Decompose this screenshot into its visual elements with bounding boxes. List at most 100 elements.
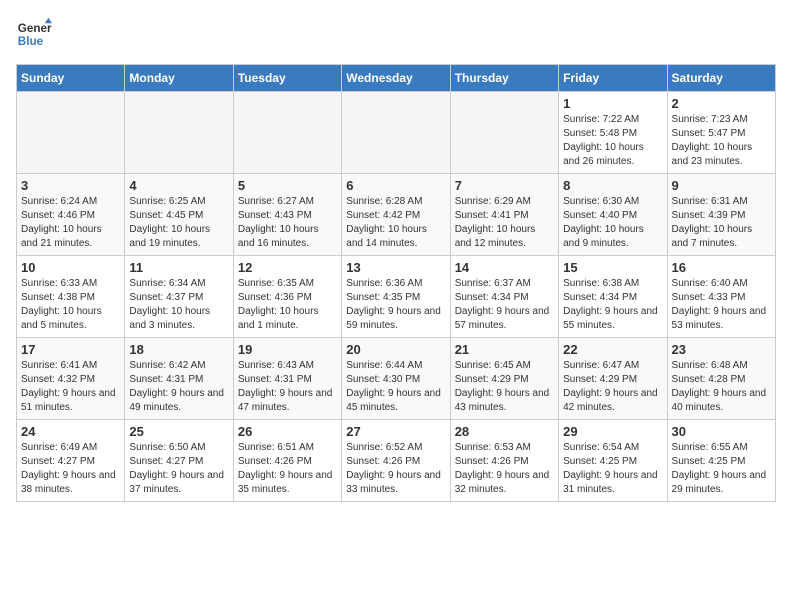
day-number: 28 [455, 424, 554, 439]
weekday-header: Wednesday [342, 65, 450, 92]
day-number: 23 [672, 342, 771, 357]
day-info: Sunrise: 6:30 AM Sunset: 4:40 PM Dayligh… [563, 195, 662, 251]
weekday-header: Friday [559, 65, 667, 92]
day-info: Sunrise: 6:29 AM Sunset: 4:41 PM Dayligh… [455, 195, 554, 251]
calendar-cell: 16 Sunrise: 6:40 AM Sunset: 4:33 PM Dayli… [667, 256, 775, 338]
day-number: 3 [21, 178, 120, 193]
calendar-cell: 10 Sunrise: 6:33 AM Sunset: 4:38 PM Dayli… [17, 256, 125, 338]
calendar-week-row: 3 Sunrise: 6:24 AM Sunset: 4:46 PM Daylig… [17, 174, 776, 256]
day-info: Sunrise: 6:41 AM Sunset: 4:32 PM Dayligh… [21, 359, 120, 415]
day-info: Sunrise: 6:44 AM Sunset: 4:30 PM Dayligh… [346, 359, 445, 415]
day-number: 6 [346, 178, 445, 193]
day-info: Sunrise: 6:27 AM Sunset: 4:43 PM Dayligh… [238, 195, 337, 251]
svg-text:General: General [18, 22, 52, 35]
day-info: Sunrise: 7:23 AM Sunset: 5:47 PM Dayligh… [672, 113, 771, 169]
day-number: 2 [672, 96, 771, 111]
calendar-cell: 2 Sunrise: 7:23 AM Sunset: 5:47 PM Daylig… [667, 92, 775, 174]
calendar-cell: 5 Sunrise: 6:27 AM Sunset: 4:43 PM Daylig… [233, 174, 341, 256]
day-info: Sunrise: 6:40 AM Sunset: 4:33 PM Dayligh… [672, 277, 771, 333]
day-info: Sunrise: 6:37 AM Sunset: 4:34 PM Dayligh… [455, 277, 554, 333]
calendar-cell: 26 Sunrise: 6:51 AM Sunset: 4:26 PM Dayli… [233, 420, 341, 502]
day-number: 4 [129, 178, 228, 193]
calendar-week-row: 10 Sunrise: 6:33 AM Sunset: 4:38 PM Dayli… [17, 256, 776, 338]
day-info: Sunrise: 6:47 AM Sunset: 4:29 PM Dayligh… [563, 359, 662, 415]
day-info: Sunrise: 6:24 AM Sunset: 4:46 PM Dayligh… [21, 195, 120, 251]
day-number: 18 [129, 342, 228, 357]
day-info: Sunrise: 6:51 AM Sunset: 4:26 PM Dayligh… [238, 441, 337, 497]
calendar-cell: 9 Sunrise: 6:31 AM Sunset: 4:39 PM Daylig… [667, 174, 775, 256]
calendar-cell: 30 Sunrise: 6:55 AM Sunset: 4:25 PM Dayli… [667, 420, 775, 502]
calendar-cell: 27 Sunrise: 6:52 AM Sunset: 4:26 PM Dayli… [342, 420, 450, 502]
day-number: 26 [238, 424, 337, 439]
calendar-cell: 7 Sunrise: 6:29 AM Sunset: 4:41 PM Daylig… [450, 174, 558, 256]
calendar-cell: 22Sunrise: 6:47 AM Sunset: 4:29 PM Dayli… [559, 338, 667, 420]
day-number: 7 [455, 178, 554, 193]
weekday-header: Tuesday [233, 65, 341, 92]
calendar-cell [450, 92, 558, 174]
day-number: 14 [455, 260, 554, 275]
calendar-cell: 11Sunrise: 6:34 AM Sunset: 4:37 PM Dayli… [125, 256, 233, 338]
day-number: 30 [672, 424, 771, 439]
day-info: Sunrise: 6:55 AM Sunset: 4:25 PM Dayligh… [672, 441, 771, 497]
day-number: 10 [21, 260, 120, 275]
logo: General Blue [16, 16, 52, 52]
day-info: Sunrise: 6:33 AM Sunset: 4:38 PM Dayligh… [21, 277, 120, 333]
calendar-cell: 4 Sunrise: 6:25 AM Sunset: 4:45 PM Daylig… [125, 174, 233, 256]
day-number: 16 [672, 260, 771, 275]
page-header: General Blue [16, 16, 776, 52]
day-number: 15 [563, 260, 662, 275]
day-info: Sunrise: 6:52 AM Sunset: 4:26 PM Dayligh… [346, 441, 445, 497]
calendar-cell: 1 Sunrise: 7:22 AM Sunset: 5:48 PM Daylig… [559, 92, 667, 174]
day-number: 1 [563, 96, 662, 111]
calendar-cell: 19 Sunrise: 6:43 AM Sunset: 4:31 PM Dayli… [233, 338, 341, 420]
calendar-week-row: 17 Sunrise: 6:41 AM Sunset: 4:32 PM Dayli… [17, 338, 776, 420]
day-info: Sunrise: 7:22 AM Sunset: 5:48 PM Dayligh… [563, 113, 662, 169]
day-info: Sunrise: 6:42 AM Sunset: 4:31 PM Dayligh… [129, 359, 228, 415]
calendar-cell: 8 Sunrise: 6:30 AM Sunset: 4:40 PM Daylig… [559, 174, 667, 256]
day-info: Sunrise: 6:49 AM Sunset: 4:27 PM Dayligh… [21, 441, 120, 497]
day-number: 9 [672, 178, 771, 193]
weekday-header: Thursday [450, 65, 558, 92]
day-info: Sunrise: 6:43 AM Sunset: 4:31 PM Dayligh… [238, 359, 337, 415]
day-number: 8 [563, 178, 662, 193]
day-number: 17 [21, 342, 120, 357]
day-info: Sunrise: 6:36 AM Sunset: 4:35 PM Dayligh… [346, 277, 445, 333]
day-number: 24 [21, 424, 120, 439]
day-number: 12 [238, 260, 337, 275]
calendar-cell: 6 Sunrise: 6:28 AM Sunset: 4:42 PM Daylig… [342, 174, 450, 256]
svg-text:Blue: Blue [18, 35, 44, 48]
day-info: Sunrise: 6:25 AM Sunset: 4:45 PM Dayligh… [129, 195, 228, 251]
day-number: 20 [346, 342, 445, 357]
day-number: 27 [346, 424, 445, 439]
day-number: 5 [238, 178, 337, 193]
calendar-cell: 17 Sunrise: 6:41 AM Sunset: 4:32 PM Dayli… [17, 338, 125, 420]
weekday-header: Saturday [667, 65, 775, 92]
calendar-cell: 15 Sunrise: 6:38 AM Sunset: 4:34 PM Dayli… [559, 256, 667, 338]
calendar-cell: 13 Sunrise: 6:36 AM Sunset: 4:35 PM Dayli… [342, 256, 450, 338]
day-info: Sunrise: 6:28 AM Sunset: 4:42 PM Dayligh… [346, 195, 445, 251]
calendar-cell: 29 Sunrise: 6:54 AM Sunset: 4:25 PM Dayli… [559, 420, 667, 502]
calendar-cell: 12Sunrise: 6:35 AM Sunset: 4:36 PM Dayli… [233, 256, 341, 338]
calendar-cell [125, 92, 233, 174]
weekday-header: Sunday [17, 65, 125, 92]
day-info: Sunrise: 6:53 AM Sunset: 4:26 PM Dayligh… [455, 441, 554, 497]
weekday-header: Monday [125, 65, 233, 92]
day-info: Sunrise: 6:38 AM Sunset: 4:34 PM Dayligh… [563, 277, 662, 333]
calendar-cell: 20 Sunrise: 6:44 AM Sunset: 4:30 PM Dayli… [342, 338, 450, 420]
calendar-cell [233, 92, 341, 174]
calendar-cell: 21Sunrise: 6:45 AM Sunset: 4:29 PM Dayli… [450, 338, 558, 420]
day-number: 25 [129, 424, 228, 439]
calendar-cell [17, 92, 125, 174]
calendar-table: SundayMondayTuesdayWednesdayThursdayFrid… [16, 64, 776, 502]
day-number: 29 [563, 424, 662, 439]
calendar-cell: 28 Sunrise: 6:53 AM Sunset: 4:26 PM Dayli… [450, 420, 558, 502]
calendar-cell: 3 Sunrise: 6:24 AM Sunset: 4:46 PM Daylig… [17, 174, 125, 256]
day-number: 11 [129, 260, 228, 275]
day-number: 19 [238, 342, 337, 357]
logo-icon: General Blue [16, 16, 52, 52]
day-number: 13 [346, 260, 445, 275]
calendar-cell: 23Sunrise: 6:48 AM Sunset: 4:28 PM Dayli… [667, 338, 775, 420]
day-info: Sunrise: 6:31 AM Sunset: 4:39 PM Dayligh… [672, 195, 771, 251]
day-info: Sunrise: 6:54 AM Sunset: 4:25 PM Dayligh… [563, 441, 662, 497]
calendar-body: 1 Sunrise: 7:22 AM Sunset: 5:48 PM Daylig… [17, 92, 776, 502]
